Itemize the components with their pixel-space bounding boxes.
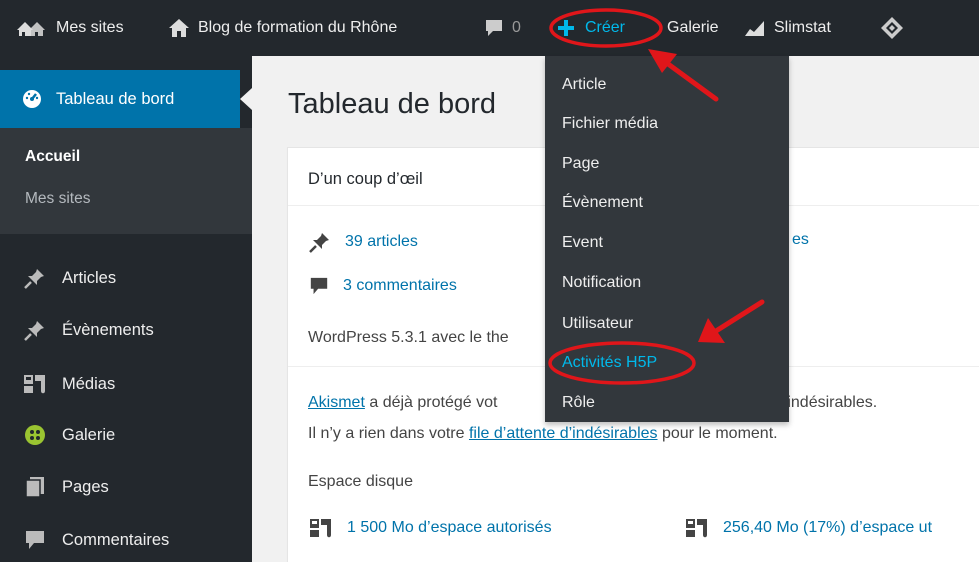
pin-icon <box>22 267 48 289</box>
pages-count-fragment[interactable]: es <box>792 231 809 249</box>
articles-count-link[interactable]: 39 articles <box>309 231 418 253</box>
admin-sidebar: Tableau de bord Accueil Mes sites Articl… <box>0 56 252 562</box>
create-dropdown-menu: Article Fichier média Page Évènement Eve… <box>545 56 789 422</box>
my-sites-menu[interactable]: Mes sites <box>16 0 124 56</box>
sidebar-item-label: Évènements <box>62 320 154 339</box>
articles-count: 39 articles <box>345 233 418 250</box>
sidebar-item-dashboard[interactable]: Tableau de bord <box>0 70 240 128</box>
comment-bubble-icon <box>484 19 504 37</box>
dropdown-item-h5p-activities[interactable]: Activités H5P <box>562 354 657 372</box>
comment-icon <box>22 530 48 550</box>
spam-queue-link[interactable]: file d’attente d’indésirables <box>469 425 658 443</box>
dropdown-item-notification[interactable]: Notification <box>562 274 641 292</box>
media-icon <box>685 517 709 539</box>
current-menu-caret <box>240 88 252 110</box>
spam-text-before: Il n’y a rien dans votre <box>308 425 469 442</box>
chart-icon <box>744 19 766 37</box>
dropdown-item-role[interactable]: Rôle <box>562 394 595 412</box>
disk-allowed: 1 500 Mo d’espace autorisés <box>347 519 552 536</box>
dashboard-icon <box>22 89 42 109</box>
dropdown-item-event[interactable]: Event <box>562 234 603 252</box>
sidebar-item-gallery[interactable]: Galerie <box>0 413 252 457</box>
dropdown-item-user[interactable]: Utilisateur <box>562 315 633 333</box>
dashboard-submenu: Accueil Mes sites <box>0 128 252 234</box>
disk-used: 256,40 Mo (17%) d’espace ut <box>723 519 933 536</box>
disk-used-link[interactable]: 256,40 Mo (17%) d’espace ut <box>685 517 932 539</box>
create-label: Créer <box>585 19 626 36</box>
sidebar-item-label: Médias <box>62 374 116 393</box>
dropdown-item-media-file[interactable]: Fichier média <box>562 115 658 133</box>
pages-icon <box>22 476 48 498</box>
diamond-icon <box>880 16 904 40</box>
gallery-menu[interactable]: Galerie <box>667 0 719 56</box>
comments-count: 3 commentaires <box>343 277 457 294</box>
comments-count-link[interactable]: 3 commentaires <box>309 276 457 296</box>
comment-count: 0 <box>512 19 521 36</box>
disk-space-label: Espace disque <box>308 473 413 490</box>
dropdown-item-page[interactable]: Page <box>562 155 599 173</box>
site-name-label: Blog de formation du Rhône <box>198 19 398 36</box>
sidebar-item-label: Articles <box>62 268 117 287</box>
spam-text-after: pour le moment. <box>657 425 778 442</box>
wordpress-version-text: WordPress 5.3.1 avec le the <box>308 329 509 346</box>
sidebar-item-events[interactable]: Évènements <box>0 308 252 352</box>
gallery-label: Galerie <box>667 19 719 36</box>
sidebar-item-media[interactable]: Médias <box>0 362 252 406</box>
slimstat-label: Slimstat <box>774 19 831 36</box>
widget-title: D’un coup d’œil <box>308 170 423 188</box>
media-icon <box>309 517 333 539</box>
dropdown-item-evenement[interactable]: Évènement <box>562 194 643 212</box>
create-menu[interactable]: Créer <box>557 0 625 56</box>
sidebar-item-label: Galerie <box>62 425 116 444</box>
sidebar-item-label: Pages <box>62 477 109 496</box>
admin-bar: Mes sites Blog de formation du Rhône 0 C… <box>0 0 979 56</box>
akismet-link[interactable]: Akismet <box>308 394 365 412</box>
pin-icon <box>309 231 331 253</box>
sidebar-item-pages[interactable]: Pages <box>0 465 252 509</box>
home-icon <box>168 18 190 38</box>
sidebar-item-comments[interactable]: Commentaires <box>0 518 252 562</box>
site-name-menu[interactable]: Blog de formation du Rhône <box>168 0 397 56</box>
pin-icon <box>22 319 48 341</box>
sidebar-item-label: Commentaires <box>62 530 170 549</box>
page-title: Tableau de bord <box>288 88 496 120</box>
comments-menu[interactable]: 0 <box>484 0 521 56</box>
plugin-menu[interactable] <box>880 0 912 56</box>
slimstat-menu[interactable]: Slimstat <box>744 0 831 56</box>
sidebar-item-articles[interactable]: Articles <box>0 256 252 300</box>
akismet-status: Akismet a déjà protégé vot <box>308 394 497 412</box>
spam-queue-text: Il n’y a rien dans votre file d’attente … <box>308 425 778 443</box>
my-sites-icon <box>16 18 48 38</box>
plus-icon <box>557 19 575 37</box>
submenu-item-home[interactable]: Accueil <box>25 148 80 166</box>
media-icon <box>22 373 48 395</box>
akismet-text: a déjà protégé vot <box>364 394 498 411</box>
submenu-item-my-sites[interactable]: Mes sites <box>25 190 90 208</box>
my-sites-label: Mes sites <box>56 19 124 36</box>
comment-icon <box>309 276 329 296</box>
gallery-icon <box>22 424 48 446</box>
disk-allowed-link[interactable]: 1 500 Mo d’espace autorisés <box>309 517 552 539</box>
dropdown-item-article[interactable]: Article <box>562 76 606 94</box>
sidebar-item-label: Tableau de bord <box>56 89 175 108</box>
